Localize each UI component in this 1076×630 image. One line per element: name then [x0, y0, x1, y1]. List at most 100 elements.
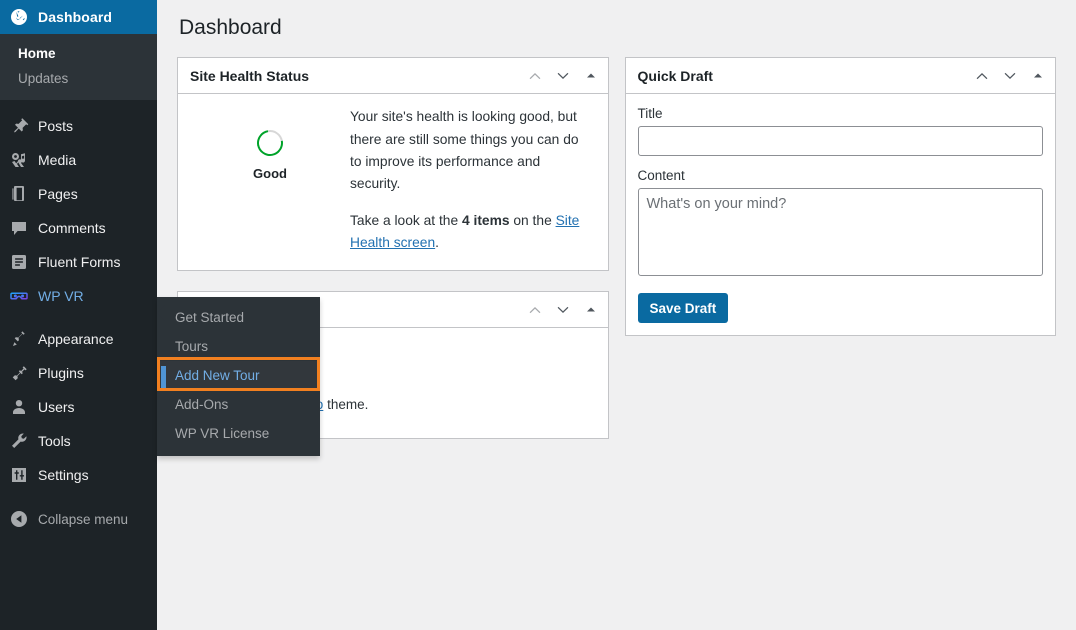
flyout-item-get-started[interactable]: Get Started — [157, 303, 320, 332]
triangle-up-icon — [584, 303, 598, 317]
sidebar-item-label: Posts — [38, 118, 73, 134]
move-up-button[interactable] — [522, 295, 548, 325]
move-down-button[interactable] — [997, 61, 1023, 91]
forms-icon — [9, 252, 29, 272]
panel-actions — [522, 295, 604, 325]
sidebar-item-appearance[interactable]: Appearance — [0, 322, 157, 356]
site-health-text: Your site's health is looking good, but … — [350, 102, 596, 254]
sidebar-item-users[interactable]: Users — [0, 390, 157, 424]
triangle-up-icon — [584, 69, 598, 83]
quick-draft-content-label: Content — [638, 168, 1044, 183]
collapse-arrow-icon — [9, 509, 29, 529]
sidebar-item-label: Dashboard — [38, 9, 112, 25]
sidebar-item-label: Users — [38, 399, 75, 415]
paintbrush-icon — [9, 329, 29, 349]
sidebar-item-label: Settings — [38, 467, 89, 483]
chevron-down-icon — [1002, 68, 1018, 84]
flyout-item-tours[interactable]: Tours — [157, 332, 320, 361]
health-paragraph-2: Take a look at the 4 items on the Site H… — [350, 210, 582, 255]
move-down-button[interactable] — [550, 61, 576, 91]
site-health-indicator: Good — [190, 102, 350, 181]
sidebar-item-tools[interactable]: Tools — [0, 424, 157, 458]
sidebar-item-label: Comments — [38, 220, 106, 236]
submenu-item-home[interactable]: Home — [0, 41, 157, 66]
chevron-up-icon — [527, 68, 543, 84]
sliders-icon — [9, 465, 29, 485]
sidebar-item-posts[interactable]: Posts — [0, 109, 157, 143]
health-line2-prefix: Take a look at the — [350, 213, 462, 228]
health-ring-icon — [252, 125, 288, 161]
sidebar-item-label: Pages — [38, 186, 78, 202]
health-line2-mid: on the — [510, 213, 556, 228]
health-item-count: 4 items — [462, 213, 510, 228]
pages-icon — [9, 184, 29, 204]
menu-separator — [0, 100, 157, 109]
sidebar-item-wp-vr[interactable]: WP VR — [0, 279, 157, 313]
panel-body: Title Content Save Draft — [626, 94, 1056, 335]
media-icon — [9, 150, 29, 170]
admin-sidebar: Dashboard Home Updates Posts Media Pages — [0, 0, 157, 630]
dashboard-column-right: Quick Draft — [625, 57, 1057, 356]
sidebar-item-label: Fluent Forms — [38, 254, 120, 270]
health-status-label: Good — [190, 166, 350, 181]
page-title: Dashboard — [177, 0, 1056, 57]
toggle-panel-button[interactable] — [578, 61, 604, 91]
sidebar-item-dashboard[interactable]: Dashboard — [0, 0, 157, 34]
panel-site-health-status: Site Health Status — [177, 57, 609, 271]
glance-foot-suffix: theme. — [323, 397, 368, 412]
sidebar-item-comments[interactable]: Comments — [0, 211, 157, 245]
chevron-down-icon — [555, 68, 571, 84]
sidebar-item-label: Media — [38, 152, 76, 168]
chevron-down-icon — [555, 302, 571, 318]
flyout-item-add-ons[interactable]: Add-Ons — [157, 390, 320, 419]
sidebar-item-label: Tools — [38, 433, 71, 449]
dashboard-gauge-icon — [9, 7, 29, 27]
user-icon — [9, 397, 29, 417]
sidebar-item-label: WP VR — [38, 288, 84, 304]
panel-title: Quick Draft — [638, 68, 970, 84]
submenu-item-updates[interactable]: Updates — [0, 66, 157, 91]
collapse-menu-label: Collapse menu — [38, 512, 128, 527]
dashboard-submenu: Home Updates — [0, 34, 157, 100]
panel-header: Site Health Status — [178, 58, 608, 94]
chevron-up-icon — [527, 302, 543, 318]
quick-draft-content-textarea[interactable] — [638, 188, 1044, 276]
flyout-item-wp-vr-license[interactable]: WP VR License — [157, 419, 320, 448]
move-up-button[interactable] — [522, 61, 548, 91]
chevron-up-icon — [974, 68, 990, 84]
active-menu-arrow — [145, 0, 157, 34]
menu-separator — [0, 313, 157, 322]
plug-icon — [9, 363, 29, 383]
sidebar-item-label: Plugins — [38, 365, 84, 381]
collapse-menu-button[interactable]: Collapse menu — [0, 502, 157, 536]
panel-actions — [969, 61, 1051, 91]
move-down-button[interactable] — [550, 295, 576, 325]
quick-draft-title-input[interactable] — [638, 126, 1044, 156]
sidebar-item-settings[interactable]: Settings — [0, 458, 157, 492]
pin-icon — [9, 116, 29, 136]
triangle-up-icon — [1031, 69, 1045, 83]
comment-bubble-icon — [9, 218, 29, 238]
sidebar-item-plugins[interactable]: Plugins — [0, 356, 157, 390]
sidebar-item-label: Appearance — [38, 331, 114, 347]
panel-actions — [522, 61, 604, 91]
wrench-icon — [9, 431, 29, 451]
save-draft-button[interactable]: Save Draft — [638, 293, 729, 323]
flyout-item-add-new-tour[interactable]: Add New Tour — [157, 361, 320, 390]
panel-quick-draft: Quick Draft — [625, 57, 1057, 336]
health-paragraph-1: Your site's health is looking good, but … — [350, 106, 582, 195]
sidebar-item-pages[interactable]: Pages — [0, 177, 157, 211]
health-line2-suffix: . — [435, 235, 439, 250]
toggle-panel-button[interactable] — [578, 295, 604, 325]
panel-title: Site Health Status — [190, 68, 522, 84]
sidebar-item-media[interactable]: Media — [0, 143, 157, 177]
panel-header: Quick Draft — [626, 58, 1056, 94]
sidebar-item-fluent-forms[interactable]: Fluent Forms — [0, 245, 157, 279]
move-up-button[interactable] — [969, 61, 995, 91]
toggle-panel-button[interactable] — [1025, 61, 1051, 91]
wp-vr-flyout-submenu: Get Started Tours Add New Tour Add-Ons W… — [157, 297, 320, 456]
panel-body: Good Your site's health is looking good,… — [178, 94, 608, 270]
quick-draft-title-label: Title — [638, 106, 1044, 121]
vr-goggles-icon — [9, 286, 29, 306]
screen-root: Dashboard Home Updates Posts Media Pages — [0, 0, 1076, 630]
